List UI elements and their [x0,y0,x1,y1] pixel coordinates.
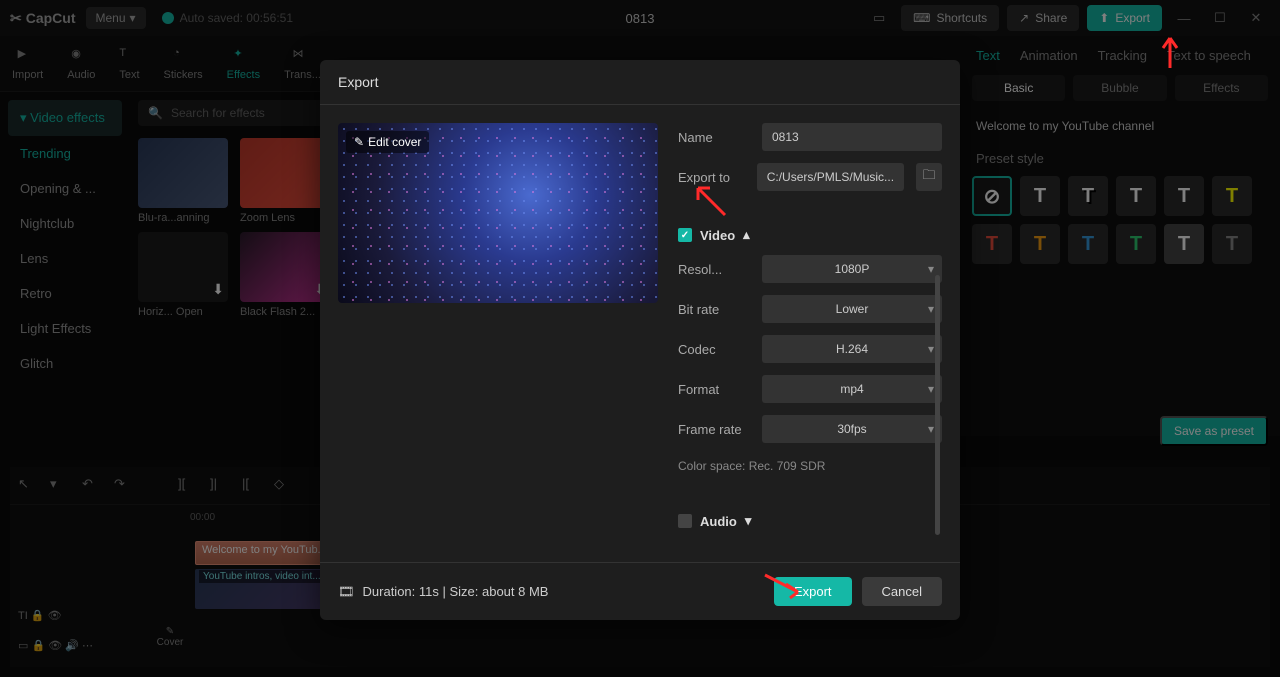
resolution-label: Resol... [678,262,750,277]
audio-label: Audio [700,514,737,529]
format-label: Format [678,382,750,397]
film-icon: 🎞 [338,584,355,600]
modal-footer: 🎞 Duration: 11s | Size: about 8 MB Expor… [320,562,960,620]
modal-cancel-button[interactable]: Cancel [862,577,942,606]
resolution-select[interactable]: 1080P [762,255,942,283]
name-input[interactable] [762,123,942,151]
duration-info: 🎞 Duration: 11s | Size: about 8 MB [338,584,548,600]
bitrate-select[interactable]: Lower [762,295,942,323]
bitrate-label: Bit rate [678,302,750,317]
chevron-down-icon: ▾ [745,513,752,529]
audio-section[interactable]: Audio ▾ [678,513,942,529]
modal-body: ✎ Edit cover Name Export to C:/Users/PML… [320,105,960,562]
audio-checkbox[interactable] [678,514,692,528]
modal-title: Export [320,60,960,105]
modal-scrollbar[interactable] [935,275,940,535]
duration-text: Duration: 11s | Size: about 8 MB [363,584,549,599]
edit-cover-label: Edit cover [368,135,421,149]
export-form: Name Export to C:/Users/PMLS/Music... 🗀 … [678,123,942,544]
codec-label: Codec [678,342,750,357]
video-checkbox[interactable]: ✓ [678,228,692,242]
folder-icon: 🗀 [923,166,936,188]
modal-export-button[interactable]: Export [774,577,852,606]
video-section[interactable]: ✓ Video ▴ [678,227,942,243]
colorspace-text: Color space: Rec. 709 SDR [678,455,942,477]
cover-preview: ✎ Edit cover [338,123,658,303]
edit-icon: ✎ [354,135,364,149]
video-label: Video [700,228,735,243]
exportto-label: Export to [678,170,745,185]
chevron-up-icon: ▴ [743,227,750,243]
codec-select[interactable]: H.264 [762,335,942,363]
format-select[interactable]: mp4 [762,375,942,403]
framerate-label: Frame rate [678,422,750,437]
browse-folder-button[interactable]: 🗀 [916,163,942,191]
export-modal: Export ✎ Edit cover Name Export to C:/Us… [320,60,960,620]
exportto-value: C:/Users/PMLS/Music... [757,163,904,191]
framerate-select[interactable]: 30fps [762,415,942,443]
name-label: Name [678,130,750,145]
edit-cover-button[interactable]: ✎ Edit cover [346,131,429,153]
